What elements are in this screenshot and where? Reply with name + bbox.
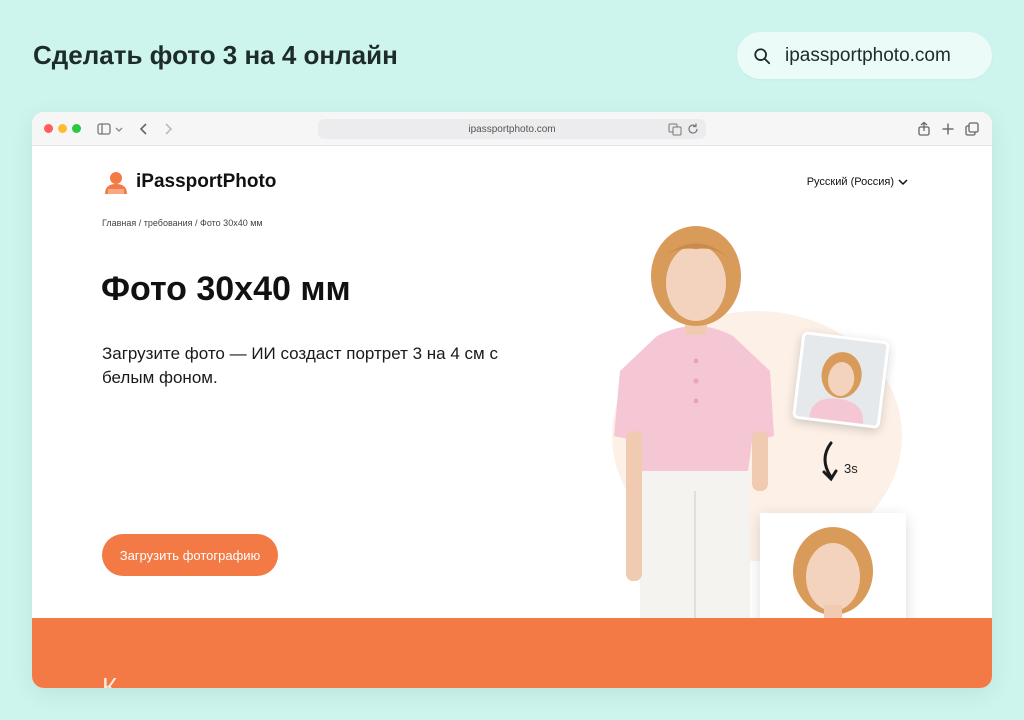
upload-photo-button[interactable]: Загрузить фотографию <box>102 534 278 576</box>
reload-icon[interactable] <box>686 122 700 136</box>
site-logo[interactable]: iPassportPhoto <box>102 168 276 196</box>
language-selector[interactable]: Русский (Россия) <box>807 176 908 188</box>
hero-description: Загрузите фото — ИИ создаст портрет 3 на… <box>102 344 498 387</box>
page-title: Сделать фото 3 на 4 онлайн <box>33 40 398 70</box>
sidebar-icon[interactable] <box>96 121 112 137</box>
orange-section-band: К <box>32 618 992 688</box>
language-label: Русский (Россия) <box>806 176 894 188</box>
minimize-window-button[interactable] <box>58 124 67 133</box>
forward-icon[interactable] <box>160 121 176 137</box>
share-icon[interactable] <box>916 121 932 137</box>
breadcrumb[interactable]: Главная / требования / Фото 30x40 мм <box>102 218 263 228</box>
url-pill-text: ipassportphoto.com <box>785 44 951 66</box>
close-window-button[interactable] <box>44 124 53 133</box>
address-bar[interactable]: ipassportphoto.com <box>318 119 706 139</box>
back-icon[interactable] <box>136 121 152 137</box>
web-content: iPassportPhoto Русский (Россия) Главная … <box>32 146 992 688</box>
address-text: ipassportphoto.com <box>468 123 556 135</box>
band-heading: К <box>102 672 118 688</box>
maximize-window-button[interactable] <box>72 124 81 133</box>
hero-illustration: 3s <box>602 221 922 649</box>
passport-person-logo-icon <box>105 172 127 194</box>
browser-window: ipassportphoto.com iPassportPhoto Русски… <box>32 112 992 688</box>
chevron-down-icon <box>898 179 908 186</box>
browser-toolbar: ipassportphoto.com <box>32 112 992 146</box>
translate-icon[interactable] <box>668 122 682 136</box>
source-photo-thumbnail <box>791 330 891 430</box>
chevron-down-icon[interactable] <box>114 121 124 137</box>
logo-text: iPassportPhoto <box>136 171 277 192</box>
curved-arrow-icon <box>822 441 838 482</box>
new-tab-icon[interactable] <box>940 121 956 137</box>
page: Сделать фото 3 на 4 онлайн ipassportphot… <box>0 0 1024 720</box>
hero-title: Фото 30x40 мм <box>101 270 351 308</box>
search-icon <box>754 47 771 64</box>
tab-overview-icon[interactable] <box>964 121 980 137</box>
url-pill[interactable]: ipassportphoto.com <box>737 32 992 79</box>
processing-time-label: 3s <box>844 461 858 476</box>
